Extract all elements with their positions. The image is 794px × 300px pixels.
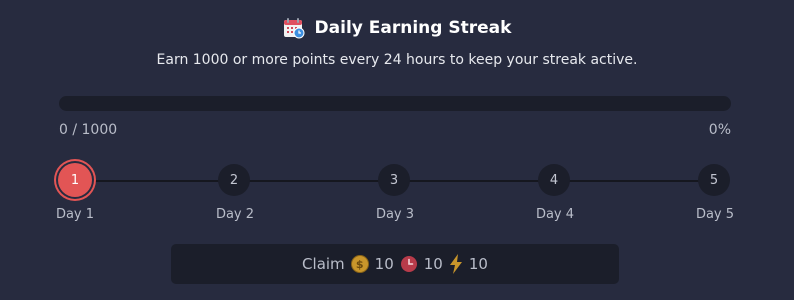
title-row: Daily Earning Streak <box>0 17 794 39</box>
daily-streak-panel: Daily Earning Streak Earn 1000 or more p… <box>0 0 794 300</box>
step-label-day-5: Day 5 <box>695 207 735 222</box>
streak-description: Earn 1000 or more points every 24 hours … <box>156 52 638 68</box>
reward-time-amount: 10 <box>423 255 443 273</box>
reward-coins-amount: 10 <box>374 255 394 273</box>
page-title: Daily Earning Streak <box>314 18 512 38</box>
claim-label: Claim <box>302 255 345 273</box>
step-marker-day-3: 3 <box>378 164 410 196</box>
progress-percent: 0% <box>708 122 731 138</box>
lightning-icon <box>449 254 463 274</box>
reward-energy: 10 <box>449 254 488 274</box>
step-marker-day-1: 1 <box>58 163 92 197</box>
step-label-day-3: Day 3 <box>375 207 415 222</box>
step-marker-day-2: 2 <box>218 164 250 196</box>
reward-energy-amount: 10 <box>468 255 488 273</box>
clock-icon <box>400 255 418 273</box>
calendar-icon <box>283 17 305 39</box>
reward-coins: $ 10 <box>350 255 394 273</box>
reward-time: 10 <box>400 255 443 273</box>
step-label-day-2: Day 2 <box>215 207 255 222</box>
step-marker-day-5: 5 <box>698 164 730 196</box>
progress-bar <box>59 96 731 111</box>
progress-count: 0 / 1000 <box>59 122 118 138</box>
step-marker-day-4: 4 <box>538 164 570 196</box>
step-label-day-1: Day 1 <box>55 207 95 222</box>
claim-button[interactable]: Claim $ 10 10 10 <box>171 244 619 284</box>
step-label-day-4: Day 4 <box>535 207 575 222</box>
coin-icon: $ <box>350 255 369 273</box>
